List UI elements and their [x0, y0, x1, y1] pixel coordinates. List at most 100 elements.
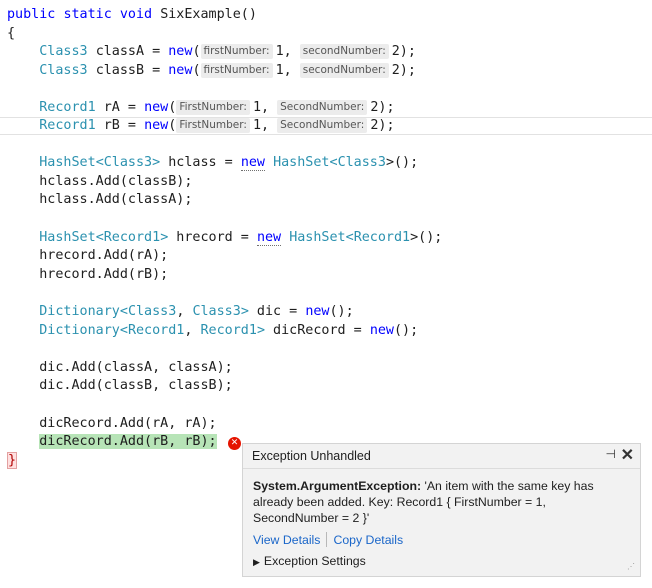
type-record1: Record1 [39, 100, 96, 115]
angle: < [119, 323, 128, 338]
code-line-dicrecord-add-a: dicRecord.Add(rA, rA); [7, 415, 217, 433]
var-decl: classA = [95, 44, 161, 59]
type-record1: Record1 [103, 230, 161, 245]
var-decl: hclass = [160, 155, 241, 170]
view-details-link[interactable]: View Details [253, 533, 320, 547]
arg: 2); [391, 44, 416, 59]
statement: dic.Add(classB, classB); [39, 378, 233, 393]
type-hashset: HashSet [39, 155, 96, 170]
paren: ( [192, 63, 201, 78]
code-line-dicrecord-add-b: dicRecord.Add(rB, rB); [7, 433, 217, 451]
inlay-hint: SecondNumber: [277, 118, 368, 133]
copy-details-link[interactable]: Copy Details [333, 533, 403, 547]
type-record1: Record1 [39, 118, 96, 133]
kw-new: new [168, 44, 193, 59]
code-line-close-brace: } [7, 452, 18, 470]
paren: ( [168, 118, 177, 133]
code-line-dic: Dictionary<Class3, Class3> dic = new(); [7, 303, 354, 321]
code-line-hclass-add-b: hclass.Add(classB); [7, 173, 192, 191]
close-brace: } [7, 452, 18, 469]
var-decl: rA = [103, 100, 136, 115]
arg: 2); [370, 100, 395, 115]
current-statement-highlight: dicRecord.Add(rB, rB); [39, 434, 217, 449]
exception-popup: Exception Unhandled ⊣ ✕ System.ArgumentE… [242, 443, 641, 577]
code-end: (); [329, 304, 354, 319]
code-line-rA: Record1 rA = new(FirstNumber: 1, SecondNu… [7, 99, 395, 117]
type-hashset: HashSet [273, 155, 330, 170]
code-line-hrecord-add-a: hrecord.Add(rA); [7, 247, 168, 265]
var-decl: hrecord = [168, 230, 257, 245]
inlay-hint: FirstNumber: [176, 118, 250, 133]
arg: 1, [275, 63, 292, 78]
inlay-hint: firstNumber: [200, 44, 273, 59]
angle: > [152, 155, 161, 170]
code-line-dic-add-b: dic.Add(classB, classB); [7, 377, 233, 395]
paren: ( [168, 100, 177, 115]
paren: ( [192, 44, 201, 59]
statement: hclass.Add(classA); [39, 192, 193, 207]
angle: < [329, 155, 338, 170]
var-decl: dicRecord = [265, 323, 370, 338]
kw-new: new [256, 230, 282, 246]
type-class3: Class3 [127, 304, 177, 319]
close-icon[interactable]: ✕ [621, 445, 634, 465]
angle: < [95, 230, 104, 245]
type-class3: Class3 [39, 44, 88, 59]
code-end: >(); [385, 155, 419, 170]
arg: 2); [391, 63, 416, 78]
inlay-hint: FirstNumber: [176, 100, 250, 115]
kw-static: static [63, 7, 112, 22]
open-brace: { [7, 26, 16, 41]
code-line-classB: Class3 classB = new(firstNumber: 1, secon… [7, 62, 416, 80]
arg: 1, [252, 100, 270, 115]
arg: 1, [275, 44, 292, 59]
statement: hrecord.Add(rB); [39, 267, 169, 282]
type-dictionary: Dictionary [39, 323, 120, 338]
code-end: >(); [410, 230, 443, 245]
code-line-hclass-add-a: hclass.Add(classA); [7, 191, 192, 209]
exception-type: System.ArgumentException: [253, 479, 422, 493]
code-line-method: public static void SixExample() [7, 6, 257, 24]
statement: dic.Add(classA, classA); [39, 360, 233, 375]
type-hashset: HashSet [289, 230, 346, 245]
code-line-hrecord-add-b: hrecord.Add(rB); [7, 266, 168, 284]
resize-grip-icon[interactable]: ⋰ [627, 563, 637, 574]
arg: 2); [370, 118, 395, 133]
kw-void: void [119, 7, 153, 22]
comma: , [184, 323, 201, 338]
type-hashset: HashSet [39, 230, 96, 245]
code-line-hrecord: HashSet<Record1> hrecord = new HashSet<R… [7, 229, 442, 247]
kw-new: new [168, 63, 193, 78]
expand-arrow-icon: ▶ [253, 557, 260, 567]
pin-icon[interactable]: ⊣ [606, 447, 616, 461]
exception-settings-toggle[interactable]: ▶ Exception Settings [253, 554, 366, 568]
arg: 1, [252, 118, 270, 133]
code-line-dic-add-a: dic.Add(classA, classA); [7, 359, 233, 377]
angle: > [256, 323, 265, 338]
code-line-open-brace: { [7, 25, 15, 43]
angle: < [95, 155, 104, 170]
exception-message: System.ArgumentException: 'An item with … [253, 478, 633, 526]
inlay-hint: secondNumber: [299, 63, 389, 78]
inlay-hint: secondNumber: [299, 44, 389, 59]
type-class3: Class3 [39, 63, 88, 78]
kw-new: new [240, 155, 265, 171]
exception-title: Exception Unhandled [252, 449, 371, 463]
statement: dicRecord.Add(rA, rA); [39, 416, 217, 431]
exception-header: Exception Unhandled ⊣ ✕ [243, 444, 640, 469]
type-class3: Class3 [192, 304, 241, 319]
type-record1: Record1 [353, 230, 411, 245]
angle: < [345, 230, 354, 245]
type-dictionary: Dictionary [39, 304, 120, 319]
kw-public: public [7, 7, 56, 22]
code-line-rB: Record1 rB = new(FirstNumber: 1, SecondNu… [7, 117, 395, 135]
error-icon[interactable]: ✕ [228, 437, 241, 450]
code-end: (); [394, 323, 419, 338]
exception-actions: View Details Copy Details [253, 532, 403, 547]
type-record1: Record1 [127, 323, 185, 338]
var-decl: classB = [95, 63, 161, 78]
type-record1: Record1 [200, 323, 257, 338]
code-line-dicrecord: Dictionary<Record1, Record1> dicRecord =… [7, 322, 418, 340]
kw-new: new [305, 304, 330, 319]
angle: > [240, 304, 249, 319]
